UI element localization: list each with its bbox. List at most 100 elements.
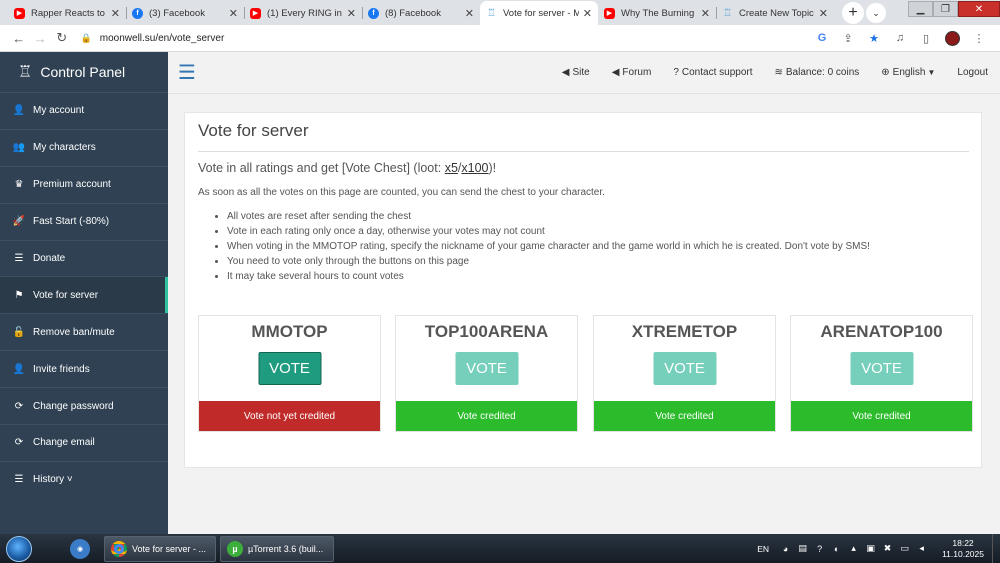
sidebar-item-label: Invite friends: [33, 363, 90, 375]
clock-time: 18:22: [952, 537, 974, 548]
minimize-button[interactable]: ▁: [908, 1, 933, 17]
toolbar-icons: G ⇪ ★ ♫ ▯ ⋮: [809, 30, 992, 46]
coins-icon: ≋: [774, 67, 783, 78]
language-dropdown[interactable]: ⊕ English ▼: [881, 67, 935, 78]
google-icon[interactable]: G: [809, 32, 835, 44]
loot-x5-link[interactable]: x5: [445, 161, 458, 175]
sidebar-item[interactable]: 🔓 Remove ban/mute: [0, 313, 168, 350]
user-plus-icon: 👤: [12, 363, 26, 375]
nav-forum-link[interactable]: ◀ Forum: [612, 67, 652, 78]
vote-button[interactable]: VOTE: [455, 352, 518, 385]
maximize-button[interactable]: ❐: [933, 1, 958, 17]
tray-app-icon[interactable]: ▣: [864, 543, 877, 554]
browser-tab[interactable]: ♖ Create New Topic ✕: [716, 1, 834, 25]
nav-forum-label: Forum: [622, 67, 652, 78]
vote-button[interactable]: VOTE: [850, 352, 913, 385]
back-button[interactable]: ←: [8, 31, 30, 46]
task-list: Vote for server - ... µ µTorrent 3.6 (buil…: [94, 535, 334, 562]
taskbar-task[interactable]: Vote for server - ...: [104, 535, 216, 562]
taskbar-task[interactable]: µ µTorrent 3.6 (buil...: [220, 535, 334, 562]
rule-item: All votes are reset after sending the ch…: [227, 209, 870, 224]
tab-close-icon[interactable]: ✕: [347, 7, 356, 20]
flag-icon[interactable]: ✖: [881, 543, 894, 554]
refresh-icon: ⟳: [14, 400, 24, 412]
divider: [198, 151, 969, 152]
sidebar-item[interactable]: ⟳ Change email: [0, 424, 168, 461]
vote-button[interactable]: VOTE: [258, 352, 321, 385]
sidebar-item[interactable]: ⚑ Vote for server: [0, 276, 168, 314]
bookmark-star-icon[interactable]: ★: [861, 32, 887, 45]
network-icon[interactable]: ▤: [796, 543, 809, 554]
sidebar-item[interactable]: ♛ Premium account: [0, 165, 168, 203]
tab-close-icon[interactable]: ✕: [583, 7, 592, 20]
browser-tab[interactable]: ▶ Rapper Reacts to V ✕: [8, 1, 126, 25]
utorrent-icon: µ: [227, 540, 243, 557]
vote-button[interactable]: VOTE: [653, 352, 716, 385]
arrow-circle-left-icon: ◀: [561, 67, 570, 78]
vote-status-badge: Vote credited: [396, 401, 577, 431]
pinned-app[interactable]: ◉: [66, 537, 94, 561]
browser-tab[interactable]: ♖ Vote for server - M ✕: [480, 1, 598, 25]
tab-close-icon[interactable]: ✕: [111, 7, 120, 20]
sidebar-item[interactable]: ☰ History ˅: [0, 460, 168, 498]
tab-close-icon[interactable]: ✕: [465, 7, 474, 20]
language-indicator[interactable]: EN: [757, 544, 769, 554]
tab-search-button[interactable]: ⌄: [866, 3, 886, 23]
discord-icon[interactable]: ◕: [779, 544, 792, 554]
coins-icon: ☰: [14, 253, 24, 264]
loot-x100-link[interactable]: x100: [461, 161, 488, 175]
tab-close-icon[interactable]: ✕: [701, 7, 710, 20]
crown-icon: ♛: [14, 179, 24, 191]
menu-kebab-icon[interactable]: ⋮: [966, 32, 992, 45]
start-button[interactable]: [6, 535, 32, 562]
volume-icon[interactable]: ◂: [915, 543, 928, 554]
nav-site-link[interactable]: ◀ Site: [562, 67, 590, 78]
sidebar-item-label: Remove ban/mute: [33, 326, 115, 338]
clock[interactable]: 18:22 11.10.2025: [942, 538, 984, 560]
profile-avatar[interactable]: [945, 30, 961, 46]
reload-button[interactable]: ↻: [51, 30, 73, 46]
rules-list: All votes are reset after sending the ch…: [227, 209, 870, 284]
rule-item: You need to vote only through the button…: [227, 254, 870, 269]
tab-close-icon[interactable]: ✕: [229, 7, 238, 20]
nav-balance[interactable]: ≋ Balance: 0 coins: [775, 67, 860, 78]
sidebar-item[interactable]: ⟳ Change password: [0, 387, 168, 424]
steam-icon[interactable]: ◐: [830, 544, 843, 554]
rating-name: XTREMETOP: [631, 322, 738, 341]
forward-button[interactable]: →: [30, 31, 52, 46]
address-bar[interactable]: 🔒 moonwell.su/en/vote_server: [81, 29, 809, 48]
share-icon[interactable]: ⇪: [835, 32, 861, 45]
new-tab-button[interactable]: +: [842, 2, 864, 24]
browser-tab[interactable]: f (3) Facebook ✕: [126, 1, 244, 25]
media-control-icon[interactable]: ♫: [887, 32, 913, 44]
sidebar-item[interactable]: ☰ Donate: [0, 239, 168, 277]
list-icon: ☰: [14, 474, 24, 486]
nav-contact-link[interactable]: ? Contact support: [673, 67, 752, 78]
brand[interactable]: ♖ Control Panel: [0, 52, 168, 92]
castle-logo-icon: ♖: [18, 64, 33, 81]
rating-name: TOP100ARENA: [424, 322, 549, 341]
close-window-button[interactable]: ✕: [958, 1, 1000, 17]
hamburger-menu-icon[interactable]: ☰: [178, 60, 208, 85]
sidebar-item[interactable]: 👤 My account: [0, 92, 168, 129]
reward-subtitle: Vote in all ratings and get [Vote Chest]…: [198, 161, 496, 175]
browser-tab[interactable]: ▶ (1) Every RING in E ✕: [244, 1, 362, 25]
monitor-icon[interactable]: ▭: [898, 543, 911, 554]
browser-tab[interactable]: ▶ Why The Burning C ✕: [598, 1, 716, 25]
show-hidden-icons[interactable]: ▴: [847, 543, 860, 554]
sidebar-item-label: Change email: [33, 437, 95, 449]
sidebar-item[interactable]: 👥 My characters: [0, 128, 168, 166]
sidebar-item-label: Donate: [33, 253, 66, 264]
minimize-icon: ▁: [916, 3, 925, 15]
sidebar-item-label: History ˅: [33, 474, 73, 486]
sidebar-item[interactable]: 🚀 Fast Start (-80%): [0, 202, 168, 240]
side-panel-icon[interactable]: ▯: [913, 32, 939, 45]
browser-tab[interactable]: f (8) Facebook ✕: [362, 1, 480, 25]
sidebar-item[interactable]: 👤 Invite friends: [0, 350, 168, 387]
show-desktop-button[interactable]: [992, 534, 1000, 563]
tab-close-icon[interactable]: ✕: [819, 7, 828, 20]
tab-list: ▶ Rapper Reacts to V ✕ f (3) Facebook ✕ ▶ (1) E…: [0, 0, 834, 25]
help-icon[interactable]: ?: [813, 544, 826, 554]
logout-link[interactable]: Logout: [957, 67, 988, 78]
user-icon: 👤: [12, 105, 26, 117]
